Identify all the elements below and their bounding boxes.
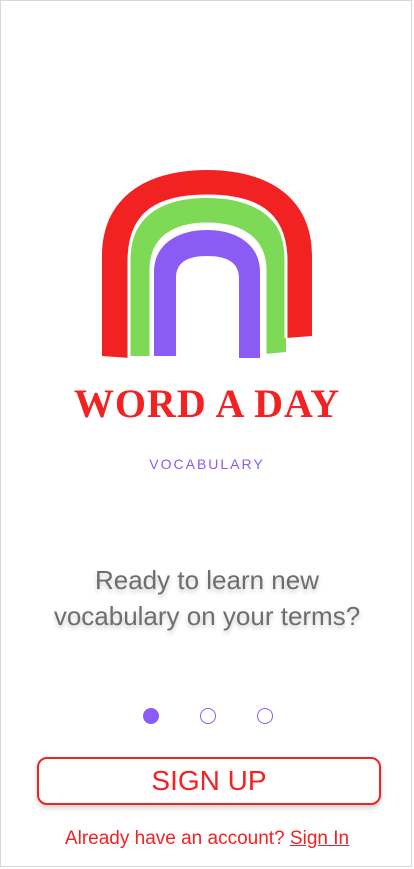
brand-title: WORD A DAY [73, 381, 341, 426]
sign-in-prompt-text: Already have an account? [64, 828, 290, 849]
sign-in-prompt: Already have an account? Sign In [0, 828, 414, 850]
brand-subtitle: VOCABULARY [149, 456, 265, 472]
tagline-line-1: Ready to learn new [94, 565, 320, 595]
page-dot-1[interactable] [143, 708, 159, 724]
onboarding-tagline: Ready to learn new vocabulary on your te… [20, 562, 394, 634]
sign-up-button[interactable]: SIGN UP [37, 757, 381, 805]
page-indicator [143, 708, 273, 724]
screen-frame [0, 0, 412, 867]
tagline-line-2: vocabulary on your terms? [53, 601, 361, 631]
page-dot-3[interactable] [257, 708, 273, 724]
page-dot-2[interactable] [200, 708, 216, 724]
sign-in-link[interactable]: Sign In [290, 828, 349, 849]
rainbow-icon [96, 166, 318, 366]
